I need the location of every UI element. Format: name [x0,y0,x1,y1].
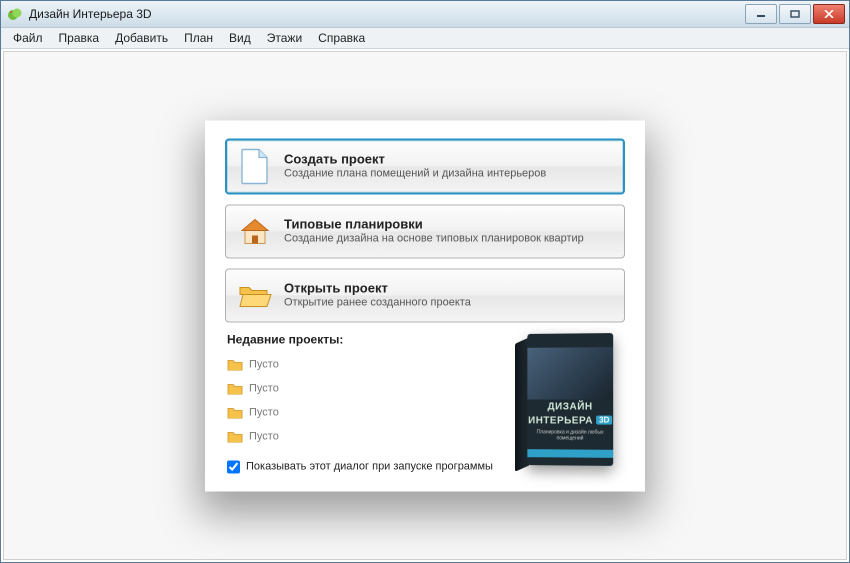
templates-button[interactable]: Типовые планировки Создание дизайна на о… [225,204,625,258]
window-controls [743,4,845,24]
house-icon [236,212,274,250]
folder-icon [225,406,245,419]
folder-open-icon [236,276,274,314]
templates-title: Типовые планировки [284,216,584,232]
open-project-button[interactable]: Открыть проект Открытие ранее созданного… [225,268,625,322]
open-project-subtitle: Открытие ранее созданного проекта [284,296,471,310]
boxart-tagline: Планировка и дизайн любых помещений [533,429,607,441]
window-title: Дизайн Интерьера 3D [29,7,743,21]
titlebar: Дизайн Интерьера 3D [1,1,849,28]
client-area: Создать проект Создание плана помещений … [3,51,847,560]
app-icon [7,6,23,22]
templates-subtitle: Создание дизайна на основе типовых плани… [284,232,584,246]
recent-item-label: Пусто [249,382,279,394]
boxart-line2: ИНТЕРЬЕРА [528,415,593,426]
menu-help[interactable]: Справка [310,29,373,47]
menu-add[interactable]: Добавить [107,29,176,47]
product-box-art: ДИЗАЙН ИНТЕРЬЕРА3D Планировка и дизайн л… [513,327,623,477]
boxart-line1: ДИЗАЙН [527,401,613,412]
folder-icon [225,382,245,395]
menu-floors[interactable]: Этажи [259,29,310,47]
folder-icon [225,358,245,371]
welcome-dialog: Создать проект Создание плана помещений … [205,120,645,491]
menu-view[interactable]: Вид [221,29,259,47]
recent-item-label: Пусто [249,430,279,442]
recent-item-label: Пусто [249,406,279,418]
maximize-button[interactable] [779,4,811,24]
open-project-title: Открыть проект [284,280,471,296]
close-button[interactable] [813,4,845,24]
minimize-button[interactable] [745,4,777,24]
new-project-button[interactable]: Создать проект Создание плана помещений … [225,138,625,194]
recent-item-label: Пусто [249,358,279,370]
boxart-badge: 3D [596,415,612,424]
show-dialog-checkbox[interactable] [227,460,240,473]
document-icon [236,147,274,185]
folder-icon [225,430,245,443]
app-window: Дизайн Интерьера 3D Файл Правка Добавить… [0,0,850,563]
show-dialog-label: Показывать этот диалог при запуске прогр… [246,461,493,473]
menu-edit[interactable]: Правка [51,29,108,47]
menubar: Файл Правка Добавить План Вид Этажи Спра… [1,28,849,49]
menu-plan[interactable]: План [176,29,221,47]
menu-file[interactable]: Файл [5,29,51,47]
new-project-subtitle: Создание плана помещений и дизайна интер… [284,167,546,181]
new-project-title: Создать проект [284,151,546,167]
